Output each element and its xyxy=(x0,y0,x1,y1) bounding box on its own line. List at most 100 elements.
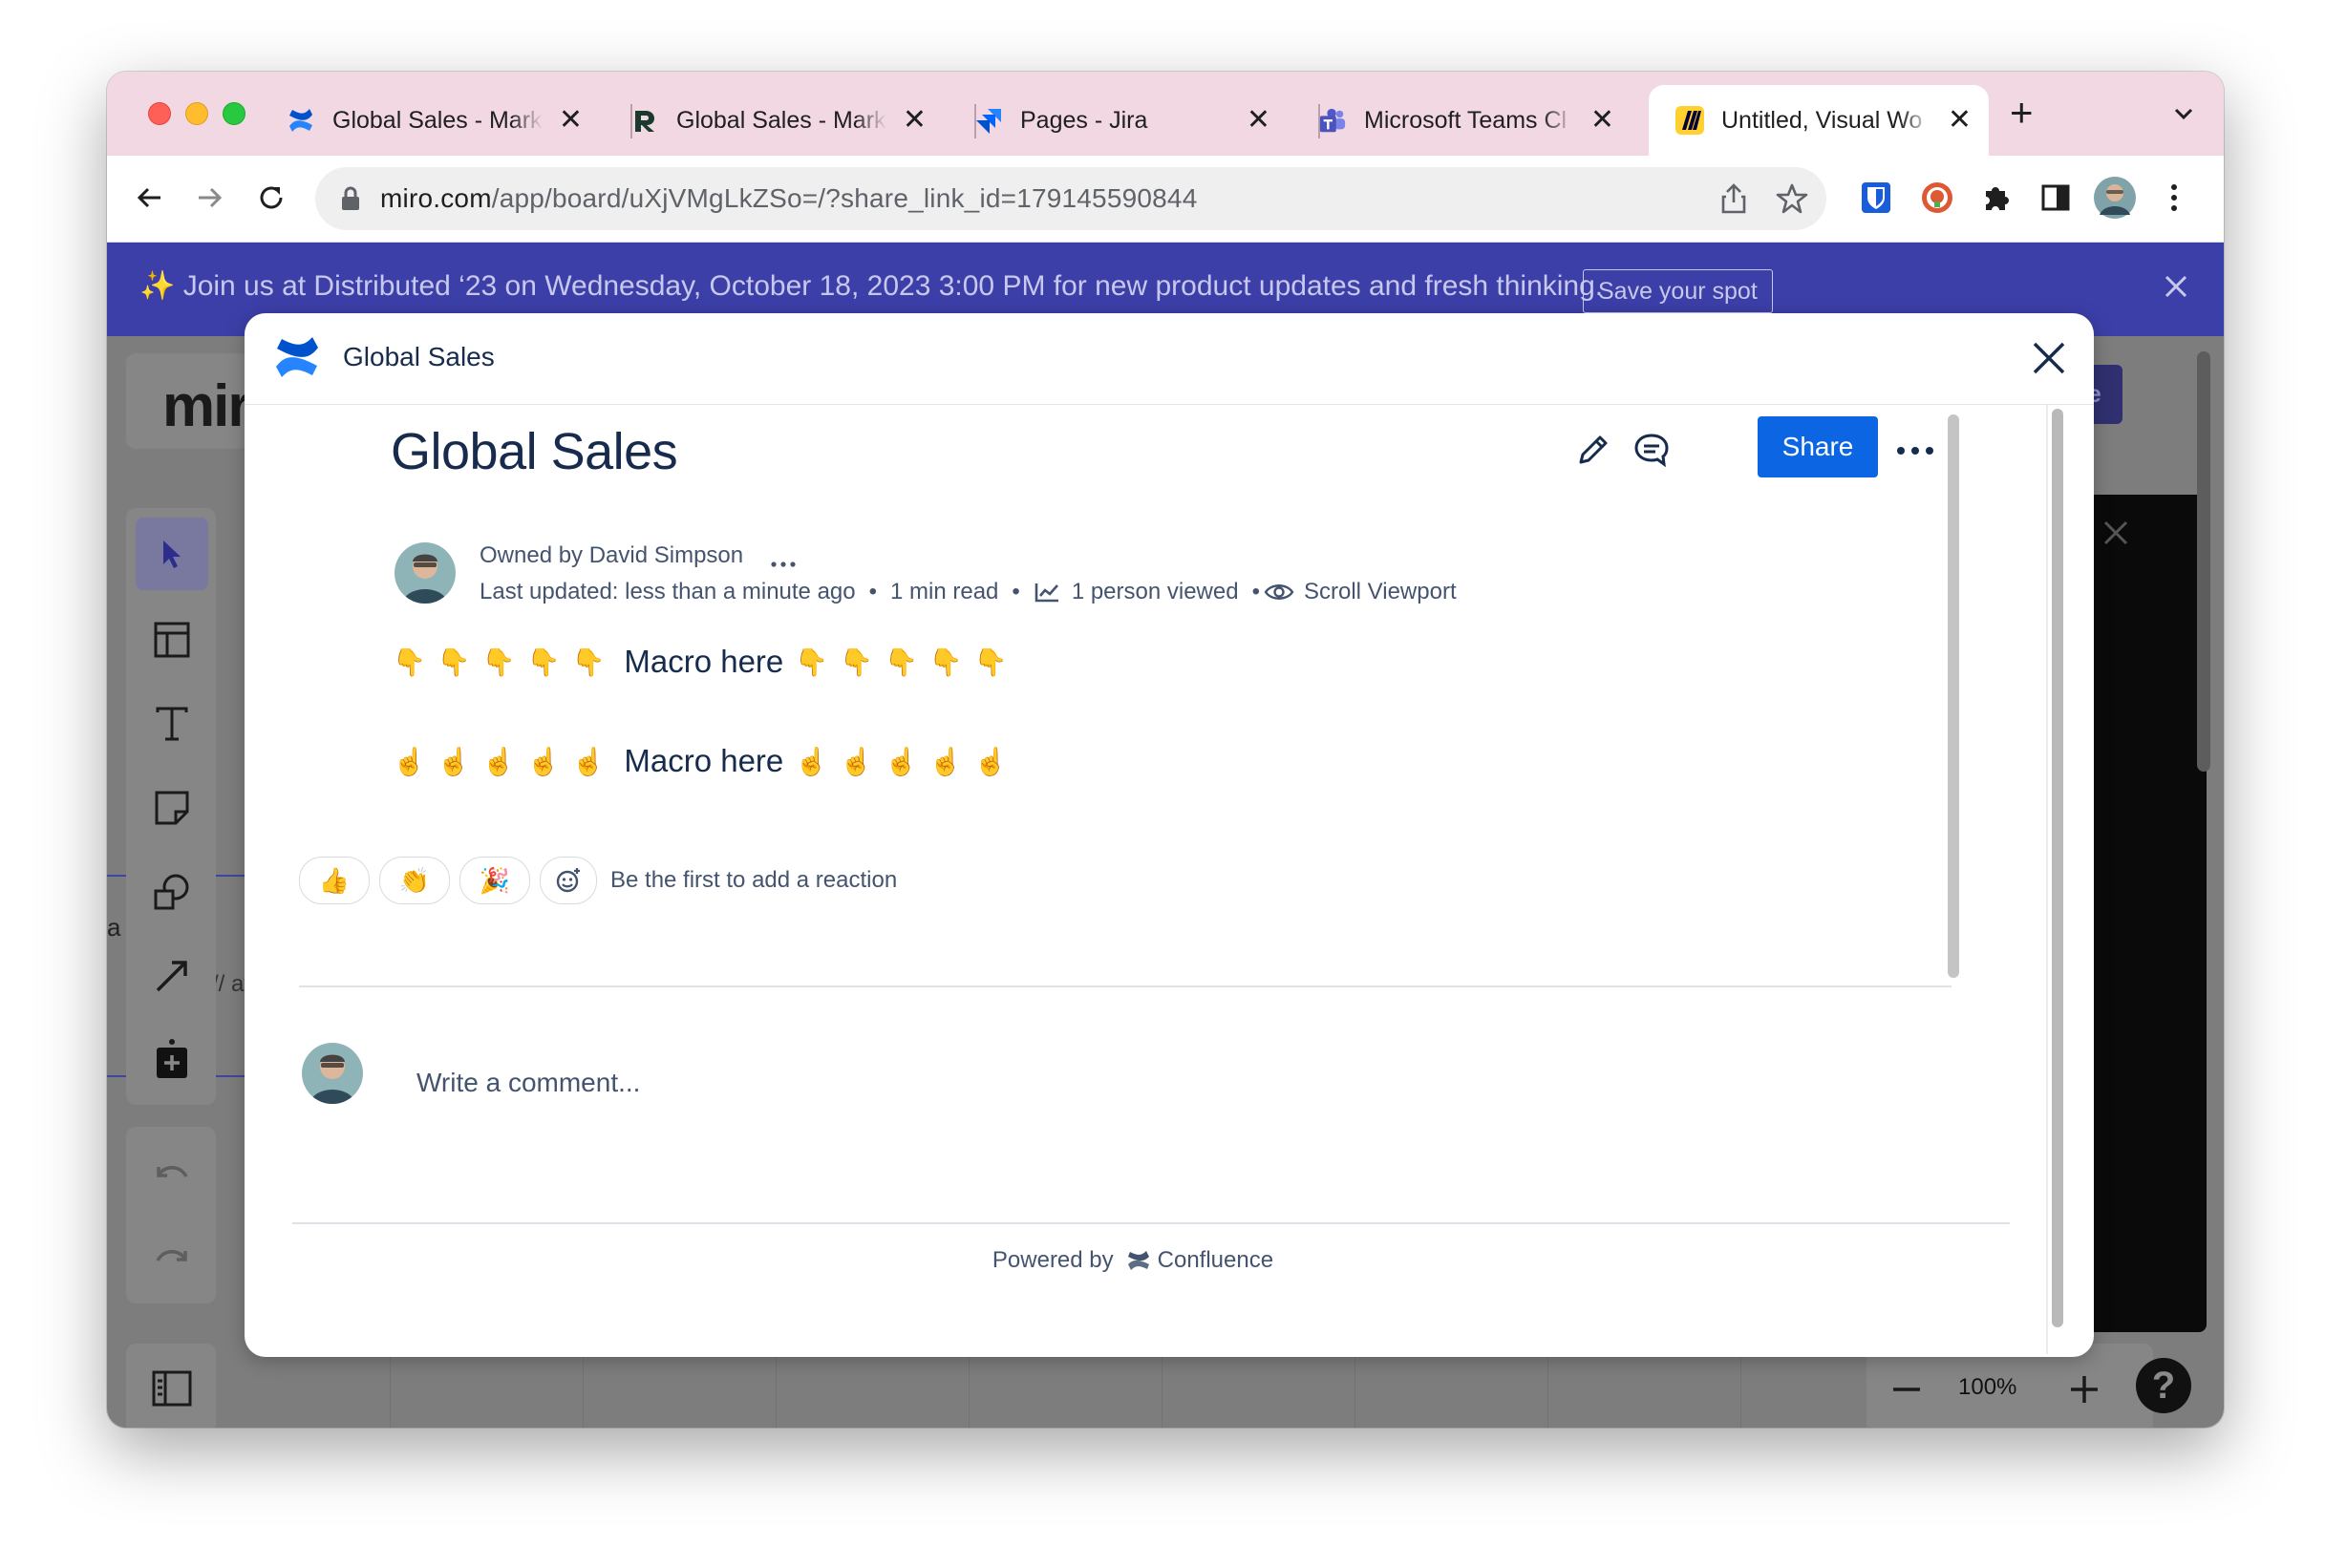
tab-title: Global Sales - Mark xyxy=(676,106,886,134)
arrow-left-icon xyxy=(137,187,160,208)
pointing-up-emoji: ☝️ xyxy=(928,746,963,776)
bookmark-star-icon[interactable] xyxy=(1775,181,1809,221)
reactions-bar: 👍 👏 🎉 Be the first to add a reaction xyxy=(299,857,897,904)
tab-close-icon[interactable]: ✕ xyxy=(903,106,927,135)
arrow-right-icon xyxy=(199,187,223,208)
text-tool-button[interactable] xyxy=(145,697,199,751)
tab-microsoft-teams[interactable]: Microsoft Teams Cl ✕ xyxy=(1291,85,1632,156)
r-logo-icon xyxy=(630,106,659,135)
comment-input[interactable]: Write a comment... xyxy=(416,1068,640,1098)
board-panel xyxy=(126,1344,216,1428)
confluence-small-icon xyxy=(1127,1250,1150,1271)
zoom-out-button[interactable] xyxy=(1889,1372,1924,1411)
macro-row-up: ☝️ ☝️ ☝️ ☝️ ☝️ Macro here ☝️ ☝️ ☝️ ☝️ ☝️ xyxy=(393,743,1019,779)
viewer-count[interactable]: 1 person viewed xyxy=(1072,579,1239,605)
back-button[interactable] xyxy=(126,175,172,221)
extensions-puzzle-icon[interactable] xyxy=(1975,177,2017,219)
read-time: 1 min read xyxy=(890,579,999,604)
banner-close-icon[interactable] xyxy=(2161,271,2191,307)
pointing-down-emoji: 👇 xyxy=(973,646,1008,677)
modal-scrollbar[interactable] xyxy=(2052,409,2063,1327)
comment-icon[interactable] xyxy=(1632,432,1671,473)
pointing-down-emoji: 👇 xyxy=(928,646,963,677)
address-bar[interactable]: miro.com/app/board/uXjVMgLkZSo=/?share_l… xyxy=(315,167,1826,230)
browser-toolbar: miro.com/app/board/uXjVMgLkZSo=/?share_l… xyxy=(107,156,2224,243)
arrow-line-icon xyxy=(156,961,187,992)
owner-avatar[interactable] xyxy=(395,542,456,604)
add-app-icon xyxy=(157,1039,187,1078)
modal-close-icon[interactable] xyxy=(2031,340,2067,381)
page-scrollbar[interactable] xyxy=(1948,414,1959,978)
reaction-party[interactable]: 🎉 xyxy=(459,857,530,904)
side-panel-icon[interactable] xyxy=(2035,177,2077,219)
pointing-up-emoji: ☝️ xyxy=(526,746,561,776)
more-actions-icon[interactable] xyxy=(1896,443,1934,460)
cursor-icon xyxy=(163,540,181,568)
page-metadata: Last updated: less than a minute ago • 1… xyxy=(480,579,1457,605)
macro-row-down: 👇 👇 👇 👇 👇 Macro here 👇 👇 👇 👇 👇 xyxy=(393,644,1019,680)
close-window-button[interactable] xyxy=(148,102,171,125)
shapes-tool-button[interactable] xyxy=(145,865,199,919)
forward-button[interactable] xyxy=(187,175,233,221)
powered-brand[interactable]: Confluence xyxy=(1158,1247,1273,1274)
frames-panel-button[interactable] xyxy=(145,1362,199,1415)
templates-tool-button[interactable] xyxy=(145,613,199,667)
tab-close-icon[interactable]: ✕ xyxy=(1590,106,1614,135)
confluence-icon xyxy=(287,106,315,135)
pointing-down-emoji: 👇 xyxy=(437,646,471,677)
shapes-icon xyxy=(154,874,189,910)
zoom-window-button[interactable] xyxy=(223,102,245,125)
tab-close-icon[interactable]: ✕ xyxy=(1247,106,1270,135)
reload-button[interactable] xyxy=(248,175,294,221)
reaction-thumbs-up[interactable]: 👍 xyxy=(299,857,370,904)
tab-title: Untitled, Visual Wo xyxy=(1721,106,1923,134)
browser-menu-icon[interactable] xyxy=(2153,177,2195,219)
edit-pencil-icon[interactable] xyxy=(1575,432,1611,473)
scroll-viewport-link[interactable]: Scroll Viewport xyxy=(1304,579,1457,605)
reaction-clap[interactable]: 👏 xyxy=(379,857,450,904)
teams-icon xyxy=(1318,106,1347,135)
more-apps-tool-button[interactable] xyxy=(145,1033,199,1087)
pointing-down-emoji: 👇 xyxy=(795,646,829,677)
tab-title: Global Sales - Mark xyxy=(332,106,543,134)
add-reaction-button[interactable] xyxy=(540,857,597,904)
profile-avatar[interactable] xyxy=(2094,177,2136,219)
owner-more-icon[interactable] xyxy=(771,555,796,572)
footer-divider xyxy=(292,1222,2010,1224)
page-owner[interactable]: Owned by David Simpson xyxy=(480,542,743,569)
panel-close-icon[interactable] xyxy=(2101,519,2130,552)
pointing-up-emoji: ☝️ xyxy=(437,746,471,776)
connector-tool-button[interactable] xyxy=(145,949,199,1003)
share-page-icon[interactable] xyxy=(1717,181,1750,221)
miro-icon xyxy=(1675,106,1704,135)
tab-global-sales-1[interactable]: Global Sales - Mark ✕ xyxy=(260,85,600,156)
zoom-level[interactable]: 100% xyxy=(1958,1374,2016,1401)
tab-search-chevron-icon[interactable] xyxy=(2172,102,2195,130)
page-title: Global Sales xyxy=(391,423,678,480)
bitwarden-icon[interactable] xyxy=(1855,177,1897,219)
redo-button[interactable] xyxy=(145,1232,199,1285)
tab-global-sales-2[interactable]: Global Sales - Mark ✕ xyxy=(604,85,944,156)
help-button[interactable]: ? xyxy=(2136,1358,2191,1413)
powered-by-footer: Powered by Confluence xyxy=(245,1247,2021,1274)
undo-button[interactable] xyxy=(145,1148,199,1201)
tab-title: Pages - Jira xyxy=(1020,106,1148,134)
tab-miro-active[interactable]: Untitled, Visual Wo ✕ xyxy=(1649,85,1989,156)
modal-title: Global Sales xyxy=(343,342,495,371)
save-your-spot-button[interactable]: Save your spot xyxy=(1583,269,1773,313)
zoom-in-button[interactable] xyxy=(2067,1372,2101,1411)
share-button[interactable]: Share xyxy=(1758,416,1878,477)
tab-close-icon[interactable]: ✕ xyxy=(1948,106,1972,135)
sticky-note-tool-button[interactable] xyxy=(145,781,199,835)
pointing-up-emoji: ☝️ xyxy=(795,746,829,776)
pointing-down-emoji: 👇 xyxy=(840,646,874,677)
duckduckgo-icon[interactable] xyxy=(1916,177,1958,219)
tab-pages-jira[interactable]: Pages - Jira ✕ xyxy=(948,85,1288,156)
miro-logo-panel: miro xyxy=(126,353,285,449)
vertical-scrollbar[interactable] xyxy=(2197,351,2210,772)
select-tool-button[interactable] xyxy=(136,518,208,590)
pointing-up-emoji: ☝️ xyxy=(481,746,516,776)
minimize-window-button[interactable] xyxy=(185,102,208,125)
new-tab-button[interactable]: + xyxy=(2010,93,2034,133)
tab-close-icon[interactable]: ✕ xyxy=(559,106,583,135)
